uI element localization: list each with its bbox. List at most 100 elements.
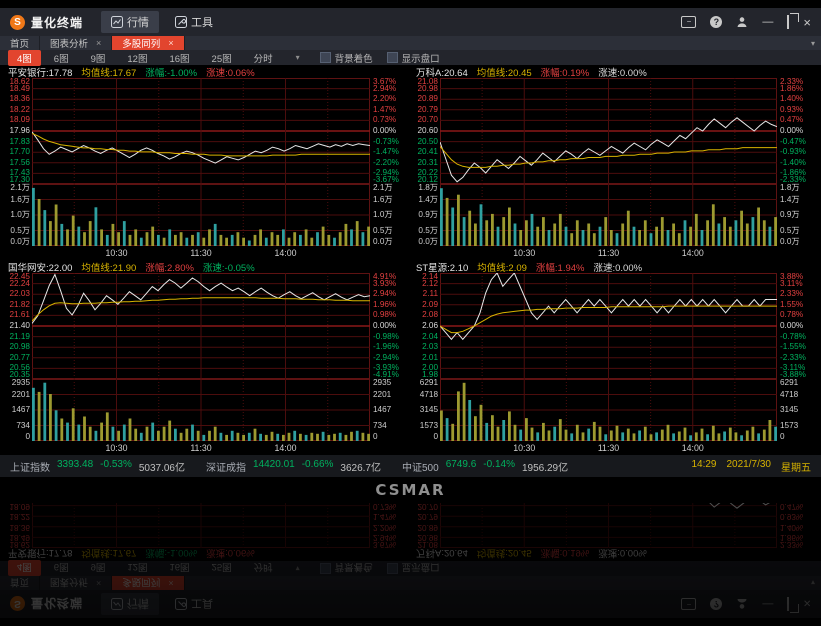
chip-intraday[interactable]: 分时 (245, 50, 282, 66)
axis-label: 18.36 (10, 95, 31, 103)
time-label: 14:00 (274, 443, 296, 453)
axis-label: 22.24 (10, 280, 31, 288)
weekday: 星期五 (781, 459, 811, 474)
chip-25grid[interactable]: 25图 (203, 50, 241, 66)
volume-plot[interactable] (32, 379, 370, 441)
checkbox-bg-color[interactable]: 背景着色 (320, 51, 373, 65)
axis-label: 2201 (12, 391, 30, 399)
axis-label: 0.93% (780, 106, 803, 114)
avg-line-value: 均值线:20.45 (477, 65, 532, 79)
axis-label: 2.08 (422, 311, 438, 319)
time-axis: 10:3011:3014:00 (440, 246, 777, 260)
close-icon[interactable]: × (803, 16, 811, 29)
charts-grid: 平安银行:17.78 均值线:17.67 涨幅:-1.00% 涨速:0.06% … (0, 65, 821, 455)
axis-label: -1.96% (373, 343, 399, 351)
pct-axis-right: 2.33%1.86%1.40%0.93%0.47%0.00%-0.47%-0.9… (777, 78, 817, 184)
axis-label: 2.12 (422, 280, 438, 288)
tab-home[interactable]: 首页 (0, 36, 40, 50)
index-csi500[interactable]: 中证500 6749.6 -0.14% 1956.29亿 (402, 459, 568, 474)
axis-label: 0.00% (780, 322, 803, 330)
time-label: 10:30 (105, 443, 127, 453)
menu-item-market[interactable]: 行情 (101, 11, 159, 33)
index-sse[interactable]: 上证指数 3393.48 -0.53% 5037.06亿 (10, 459, 185, 474)
chip-16grid[interactable]: 16图 (160, 50, 198, 66)
chevron-down-icon[interactable]: ▾ (805, 36, 821, 50)
axis-label: 2.11 (423, 290, 438, 298)
volume-plot[interactable] (440, 184, 777, 246)
chart-panel-guohua[interactable]: 国华网安:22.00 均值线:21.90 涨幅:2.80% 涨速:-0.05% … (3, 260, 411, 455)
chip-12grid[interactable]: 12图 (118, 50, 156, 66)
time-label: 11:30 (598, 443, 619, 453)
axis-label: 20.79 (418, 106, 439, 114)
titlebar: S 量化终端 行情 工具 − ? — × (0, 8, 821, 36)
chip-9grid[interactable]: 9图 (82, 50, 115, 66)
reflection-fade (0, 503, 821, 626)
chart-panel-vanke[interactable]: 万科A:20.64 均值线:20.45 涨幅:0.19% 涨速:0.00% 21… (411, 65, 818, 260)
price-plot[interactable] (32, 78, 370, 184)
index-amount: 1956.29亿 (522, 459, 568, 474)
tab-close-icon[interactable]: × (168, 38, 173, 48)
axis-label: -1.40% (780, 159, 806, 167)
axis-label: 1573 (780, 422, 798, 430)
checkbox-show-orderbook[interactable]: 显示盘口 (387, 51, 440, 65)
chart-icon (111, 16, 123, 28)
time-label: 11:30 (598, 248, 619, 258)
chip-6grid[interactable]: 6图 (45, 50, 78, 66)
volume-axis-left: 2935220114677340 (4, 379, 32, 441)
status-bar: 上证指数 3393.48 -0.53% 5037.06亿 深证成指 14420.… (0, 455, 821, 477)
window-controls: − ? — × (681, 16, 811, 29)
axis-label: 17.96 (10, 127, 31, 135)
axis-label: 1.86% (780, 85, 803, 93)
axis-label: 20.98 (418, 85, 439, 93)
price-plot[interactable] (440, 273, 777, 379)
price-axis-left: 18.6218.4918.3618.2218.0917.9617.8317.70… (4, 78, 32, 184)
chevron-down-icon[interactable]: ▾ (296, 53, 300, 62)
axis-label: 1.47% (373, 106, 396, 114)
restore-icon[interactable] (787, 15, 789, 29)
menu-item-label: 工具 (191, 14, 213, 30)
avg-line-value: 均值线:17.67 (81, 65, 136, 79)
index-name: 深证成指 (206, 459, 246, 474)
chart-panel-stxingyuan[interactable]: ST星源:2.10 均值线:2.09 涨幅:1.94% 涨速:0.00% 2.1… (411, 260, 818, 455)
axis-label: 0.5万 (418, 227, 438, 235)
tab-chart-analysis[interactable]: 图表分析 × (40, 36, 112, 50)
chip-4grid[interactable]: 4图 (8, 50, 41, 66)
axis-label: 1.6万 (10, 196, 30, 204)
axis-label: 20.41 (418, 148, 439, 156)
user-icon[interactable] (736, 16, 748, 28)
minimize-icon[interactable]: — (762, 17, 773, 28)
avg-line-value: 均值线:2.09 (477, 260, 527, 274)
axis-label: 1.0万 (10, 211, 30, 219)
axis-label: 0.5万 (373, 227, 393, 235)
axis-label: 0 (25, 433, 30, 441)
volume-plot[interactable] (440, 379, 777, 441)
change-speed: 涨速:0.06% (206, 65, 255, 79)
axis-label: 0.98% (373, 311, 396, 319)
time-label: 14:00 (682, 443, 704, 453)
checkbox-icon[interactable] (320, 52, 331, 63)
index-change: -0.66% (302, 459, 334, 474)
volume-plot[interactable] (32, 184, 370, 246)
index-szse[interactable]: 深证成指 14420.01 -0.66% 3626.7亿 (206, 459, 381, 474)
axis-label: 17.70 (10, 148, 31, 156)
chart-panel-pinganbank[interactable]: 平安银行:17.78 均值线:17.67 涨幅:-1.00% 涨速:0.06% … (3, 65, 411, 260)
checkbox-icon[interactable] (387, 52, 398, 63)
feedback-icon[interactable]: − (681, 16, 696, 28)
menu-item-tools[interactable]: 工具 (165, 11, 223, 33)
axis-label: 17.56 (10, 159, 31, 167)
tab-close-icon[interactable]: × (96, 38, 101, 48)
change-speed: 涨速:-0.05% (203, 260, 255, 274)
axis-label: 1467 (12, 406, 30, 414)
time-label: 10:30 (105, 248, 127, 258)
help-icon[interactable]: ? (710, 16, 722, 28)
price-plot[interactable] (32, 273, 370, 379)
axis-label: 3.93% (373, 280, 396, 288)
pct-axis-right: 3.67%2.94%2.20%1.47%0.73%0.00%-0.73%-1.4… (370, 78, 410, 184)
app-logo-icon: S (10, 15, 25, 30)
tab-multi-stock[interactable]: 多股同列 × (112, 36, 184, 50)
volume-axis-left: 2.1万1.6万1.0万0.5万0.0万 (4, 184, 32, 246)
price-plot[interactable] (440, 78, 777, 184)
axis-label: -2.33% (780, 354, 806, 362)
axis-label: 3.11% (780, 280, 803, 288)
axis-label: -0.93% (780, 148, 806, 156)
